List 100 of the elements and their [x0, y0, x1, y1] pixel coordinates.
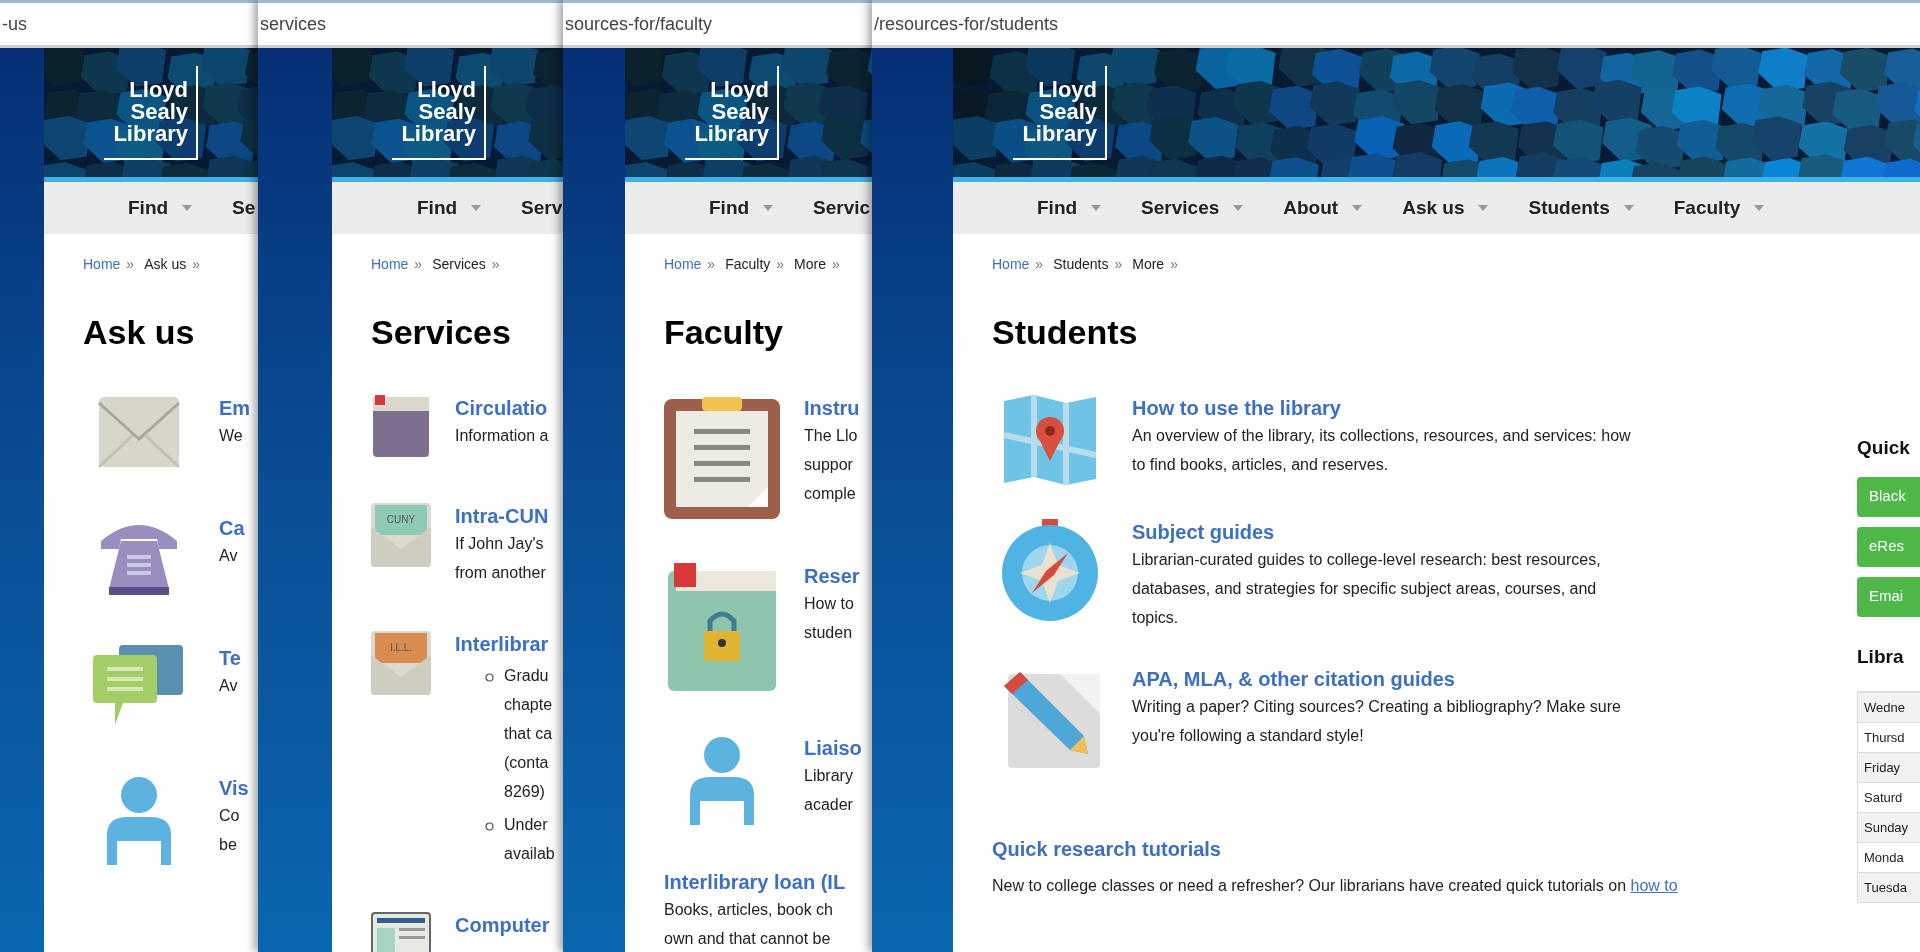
item-heading-link[interactable]: Interlibrary loan (IL: [664, 869, 846, 895]
description-line: Librarian-curated guides to college-level research: best resources,: [1132, 550, 1601, 570]
description-line: to find books, articles, and reserves.: [1132, 455, 1390, 475]
breadcrumb-text: More: [1132, 255, 1165, 274]
breadcrumb-link[interactable]: Home: [664, 254, 702, 275]
clipboard-icon: [664, 395, 780, 519]
item-heading-link[interactable]: How to use the library: [1132, 395, 1631, 421]
nav-menu-item[interactable]: Find: [128, 193, 193, 223]
page-title: Faculty: [664, 315, 785, 349]
item-heading-link[interactable]: Vis: [219, 775, 249, 801]
logo-text: Lloyd: [417, 79, 476, 101]
description-line: be: [219, 835, 238, 855]
description-line: An overview of the library, its collections, resources, and services: how: [1132, 426, 1631, 446]
breadcrumb-separator: »: [1170, 255, 1178, 274]
library-logo[interactable]: Lloyd Sealy Library: [1013, 66, 1107, 160]
inline-link[interactable]: how to: [1630, 877, 1678, 894]
library-logo[interactable]: Lloyd Sealy Library: [685, 66, 779, 160]
logo-text: Library: [401, 123, 476, 145]
bullet-line: that ca: [504, 724, 553, 744]
url-text: /resources-for/students: [873, 12, 1059, 36]
breadcrumb-link[interactable]: Home: [371, 254, 409, 275]
logo-text: Lloyd: [710, 79, 769, 101]
address-bar[interactable]: -us: [0, 0, 258, 48]
nav-menu-item[interactable]: Se: [232, 193, 256, 223]
breadcrumb-text: More: [794, 255, 826, 274]
logo-text: Library: [113, 123, 188, 145]
page-title: Students: [992, 315, 1139, 349]
nav-menu-item[interactable]: Ask us: [1402, 193, 1489, 223]
item-heading-link[interactable]: Reser: [804, 563, 860, 589]
bullet-line: availab: [504, 844, 555, 864]
nav-menu-item[interactable]: Servic: [813, 193, 871, 223]
breadcrumb-separator: »: [707, 255, 716, 274]
library-logo[interactable]: Lloyd Sealy Library: [104, 66, 198, 160]
breadcrumb-text: Students: [1053, 255, 1109, 274]
description-line: databases, and strategies for specific subject areas, courses, and: [1132, 579, 1598, 599]
logo-text: Library: [694, 123, 769, 145]
breadcrumb-link[interactable]: Home: [992, 254, 1030, 275]
sidebar-heading: Quick: [1857, 436, 1911, 460]
section-heading-link[interactable]: Quick research tutorials: [992, 834, 1857, 864]
nav-menu-item[interactable]: Find: [1037, 193, 1102, 223]
nav-menu-item[interactable]: Faculty: [1673, 193, 1765, 223]
breadcrumb-separator: »: [1035, 255, 1044, 274]
address-bar[interactable]: sources-for/faculty: [563, 0, 872, 48]
nav-menu-item[interactable]: Serv: [521, 193, 563, 223]
tutorials-paragraph: New to college classes or need a refresher? Our librarians have created quick tutorials on how to: [992, 876, 1679, 896]
table-cell: Friday: [1858, 752, 1920, 782]
description-line: How to: [804, 594, 855, 614]
logo-text: Sealy: [130, 101, 188, 123]
logo-text: Sealy: [418, 101, 476, 123]
breadcrumb-separator: »: [1114, 255, 1123, 274]
item-heading-link[interactable]: Subject guides: [1132, 519, 1601, 545]
sidebar-heading: Libra: [1857, 644, 1905, 669]
address-bar[interactable]: /resources-for/students: [872, 0, 1920, 48]
description-line: If John Jay's: [455, 534, 545, 554]
folder-icon: [371, 395, 431, 459]
breadcrumb-text: Services: [432, 255, 486, 274]
breadcrumb-text: Faculty: [725, 255, 771, 274]
item-heading-link[interactable]: Circulatio: [455, 395, 549, 421]
breadcrumb-separator: »: [491, 255, 500, 274]
description-line: Co: [219, 806, 241, 826]
item-heading-link[interactable]: Interlibrar: [455, 631, 555, 657]
nav-menu-item[interactable]: Services: [1141, 193, 1244, 223]
page-title: Services: [371, 315, 512, 349]
breadcrumb-separator: »: [192, 255, 200, 274]
item-heading-link[interactable]: APA, MLA, & other citation guides: [1132, 666, 1621, 692]
item-heading-link[interactable]: Liaiso: [804, 735, 862, 761]
bullet-line: Gradu: [504, 666, 550, 686]
logo-text: Sealy: [711, 101, 769, 123]
item-heading-link[interactable]: Te: [219, 645, 241, 671]
url-text: services: [259, 12, 326, 36]
description-line: We: [219, 426, 244, 446]
nav-menu-item[interactable]: Students: [1528, 193, 1634, 223]
nav-menu-item[interactable]: Find: [709, 193, 774, 223]
letter-label: CUNY: [385, 515, 417, 525]
description-line: studen: [804, 623, 854, 643]
table-cell: Wedne: [1858, 692, 1920, 722]
library-logo[interactable]: Lloyd Sealy Library: [392, 66, 486, 160]
item-heading-link[interactable]: Computer: [455, 912, 550, 938]
breadcrumb-link[interactable]: Home: [83, 254, 121, 275]
letter-label: I.L.L.: [388, 643, 414, 653]
address-bar[interactable]: services: [258, 0, 563, 48]
description-line: suppor: [804, 455, 854, 475]
description-line: Information a: [455, 426, 549, 446]
nav-menu-item[interactable]: About: [1283, 193, 1363, 223]
item-heading-link[interactable]: Em: [219, 395, 251, 421]
map-pin-icon: [1000, 395, 1100, 485]
nav-menu-item[interactable]: Find: [417, 193, 482, 223]
bullet-line: 8269): [504, 782, 546, 802]
item-heading-link[interactable]: Ca: [219, 515, 245, 541]
description-line: Books, articles, book ch: [664, 900, 834, 920]
description-line: comple: [804, 484, 857, 504]
table-cell: Sunday: [1858, 812, 1920, 842]
url-text: -us: [1, 12, 27, 36]
description-line: from another: [455, 563, 547, 583]
item-heading-link[interactable]: Intra-CUN: [455, 503, 549, 529]
description-line: own and that cannot be: [664, 929, 832, 949]
page-title: Ask us: [83, 315, 196, 349]
bullet-icon: [485, 822, 494, 831]
description-line: Library: [804, 766, 854, 786]
item-heading-link[interactable]: Instru: [804, 395, 860, 421]
